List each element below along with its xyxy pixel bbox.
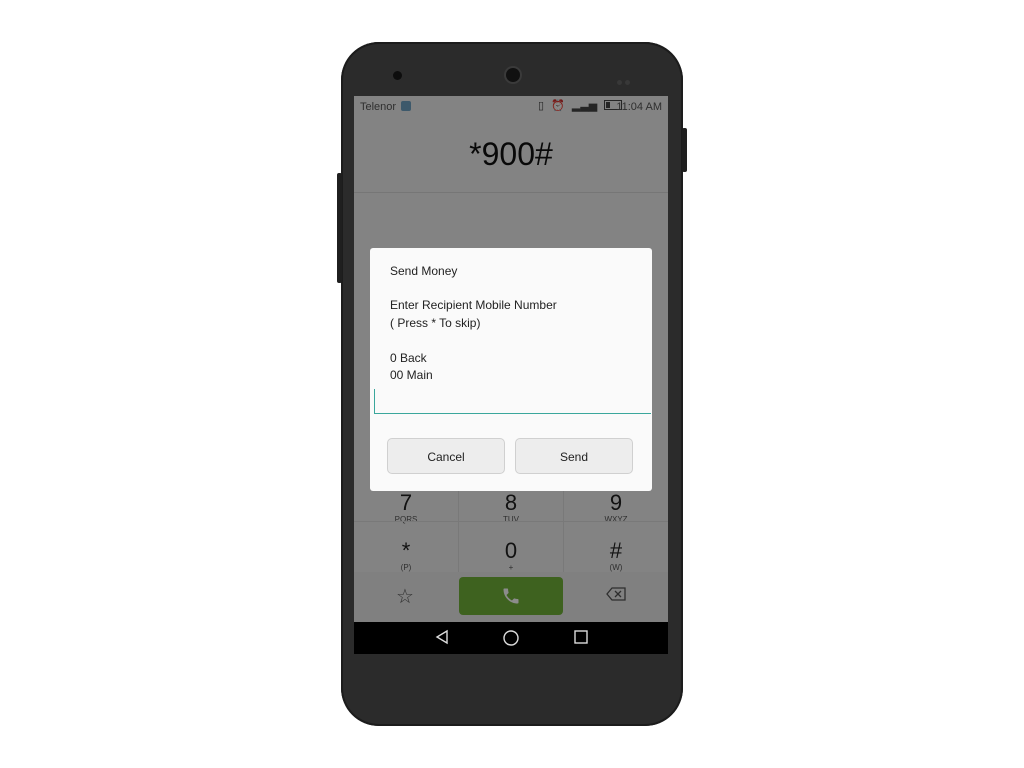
dialog-hint: ( Press * To skip) xyxy=(390,316,481,330)
back-nav-icon[interactable] xyxy=(434,629,450,645)
earpiece-speaker xyxy=(506,68,520,82)
home-nav-icon[interactable] xyxy=(502,629,520,647)
phone-screen: Telenor ▯ ⏰ ▂▃▅ 11:04 AM *900# 7 PQRS 8 … xyxy=(354,96,668,654)
ussd-dialog: Send Money Enter Recipient Mobile Number… xyxy=(370,248,652,491)
dialog-option-back: 0 Back xyxy=(390,351,427,365)
ussd-response-input[interactable] xyxy=(374,389,651,414)
dialog-option-main: 00 Main xyxy=(390,368,433,382)
power-button xyxy=(682,128,687,172)
recents-nav-icon[interactable] xyxy=(573,629,589,645)
proximity-sensor xyxy=(617,72,635,85)
volume-button xyxy=(337,173,342,283)
cancel-button[interactable]: Cancel xyxy=(387,438,505,474)
navigation-bar xyxy=(354,622,668,654)
dialog-prompt: Enter Recipient Mobile Number xyxy=(390,298,557,312)
send-button[interactable]: Send xyxy=(515,438,633,474)
front-camera xyxy=(393,71,402,80)
dialog-title: Send Money xyxy=(390,264,458,278)
